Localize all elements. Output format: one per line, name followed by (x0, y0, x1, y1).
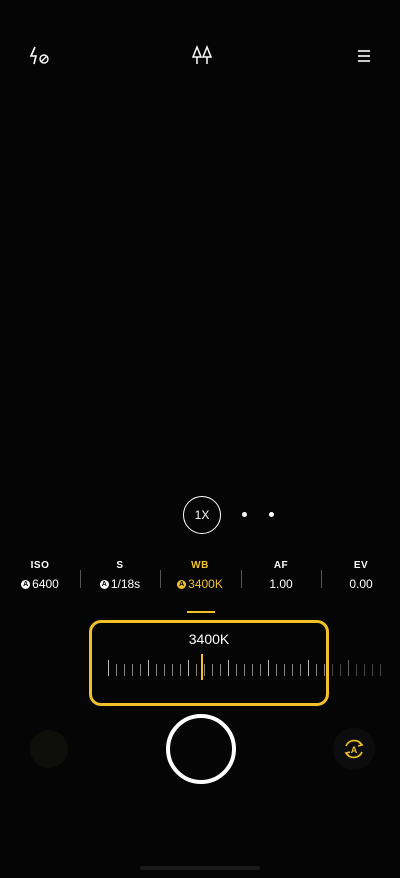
zoom-option-dot[interactable] (269, 512, 274, 517)
zoom-option-dot[interactable] (242, 512, 247, 517)
home-indicator (140, 866, 260, 870)
param-value: A 1/18s (80, 577, 160, 591)
auto-badge-icon: A (177, 579, 187, 589)
ruler-tick (372, 664, 373, 676)
ruler-tick (340, 664, 341, 676)
menu-icon[interactable] (352, 44, 376, 68)
ruler-tick (332, 664, 333, 676)
auto-rotate-icon[interactable]: A (333, 728, 375, 770)
filter-icon[interactable] (190, 44, 214, 68)
param-value-text: 3400K (188, 577, 223, 591)
param-white-balance[interactable]: WB A 3400K (160, 560, 240, 591)
gallery-thumbnail[interactable] (30, 730, 68, 768)
white-balance-panel: 3400K (89, 620, 329, 706)
flash-off-icon[interactable] (28, 44, 52, 68)
active-param-indicator (187, 611, 215, 613)
param-value-text: 0.00 (349, 577, 373, 591)
param-shutter-speed[interactable]: S A 1/18s (80, 560, 160, 591)
param-value-text: 1/18s (110, 577, 141, 591)
zoom-1x-button[interactable]: 1X (183, 496, 221, 534)
param-value: 0.00 (321, 577, 400, 591)
param-iso[interactable]: ISO A 6400 (0, 560, 80, 591)
svg-text:A: A (351, 745, 358, 755)
param-label: EV (353, 560, 369, 571)
param-label: ISO (30, 560, 50, 571)
param-label: S (116, 560, 124, 571)
ruler-tick (348, 660, 349, 676)
param-value-text: 6400 (32, 577, 59, 591)
zoom-controls: 1X (0, 496, 400, 536)
ruler-tick (364, 664, 365, 676)
param-value: A 3400K (160, 577, 240, 591)
shutter-button[interactable] (166, 714, 236, 784)
param-label: AF (273, 560, 289, 571)
wb-current-value: 3400K (188, 631, 230, 647)
param-value: A 6400 (0, 577, 80, 591)
bottom-controls: A (0, 710, 400, 790)
param-label: WB (191, 560, 209, 571)
ruler-tick (380, 664, 381, 676)
param-focus[interactable]: AF 1.00 (241, 560, 321, 591)
top-toolbar (0, 36, 400, 76)
param-exposure[interactable]: EV 0.00 (321, 560, 400, 591)
auto-badge-icon: A (21, 579, 31, 589)
auto-badge-icon: A (99, 579, 109, 589)
pro-parameters-bar: ISO A 6400 S A 1/18s WB A 3400K AF 1.00 … (0, 560, 400, 600)
param-value-text: 1.00 (269, 577, 293, 591)
ruler-tick (356, 664, 357, 676)
param-value: 1.00 (241, 577, 321, 591)
